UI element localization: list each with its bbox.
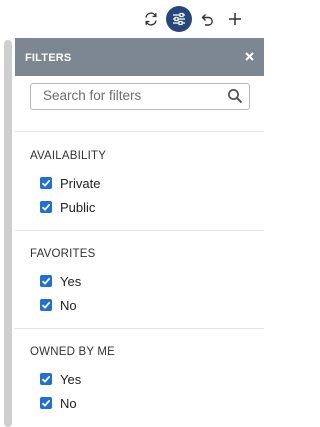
- add-button[interactable]: [222, 6, 248, 32]
- plus-icon: [229, 13, 241, 25]
- option-owned-no[interactable]: No: [40, 395, 77, 411]
- option-favorites-no[interactable]: No: [40, 297, 77, 313]
- checkbox[interactable]: [40, 397, 52, 409]
- divider: [15, 230, 264, 231]
- option-public[interactable]: Public: [40, 199, 95, 215]
- panel-header: FILTERS: [15, 38, 264, 76]
- refresh-button[interactable]: [138, 6, 164, 32]
- panel-title: FILTERS: [25, 52, 72, 64]
- section-title-owned-by-me: OWNED BY ME: [30, 346, 116, 358]
- divider: [15, 131, 264, 132]
- checkmark-icon: [41, 375, 51, 383]
- option-label: Yes: [60, 273, 82, 289]
- checkbox[interactable]: [40, 373, 52, 385]
- filter-toggle-button[interactable]: [166, 6, 192, 32]
- option-favorites-yes[interactable]: Yes: [40, 273, 81, 289]
- top-toolbar: [0, 0, 264, 38]
- section-title-availability: AVAILABILITY: [30, 150, 107, 162]
- option-label: No: [60, 395, 77, 411]
- checkbox[interactable]: [40, 275, 52, 287]
- close-icon: [244, 51, 254, 61]
- checkmark-icon: [41, 203, 51, 211]
- option-label: Private: [60, 175, 101, 191]
- undo-icon: [201, 14, 213, 26]
- checkbox[interactable]: [40, 299, 52, 311]
- search-input[interactable]: [31, 84, 223, 107]
- divider: [15, 328, 264, 329]
- close-button[interactable]: [240, 47, 258, 65]
- option-label: Public: [60, 199, 96, 215]
- refresh-icon: [145, 12, 157, 26]
- scrollbar[interactable]: [4, 40, 12, 427]
- undo-button[interactable]: [194, 6, 220, 32]
- search-icon[interactable]: [227, 88, 243, 104]
- checkmark-icon: [41, 399, 51, 407]
- checkmark-icon: [41, 301, 51, 309]
- option-private[interactable]: Private: [40, 175, 100, 191]
- filters-panel: FILTERS AVAILABILITY Private Public FAVO…: [15, 38, 264, 427]
- option-label: No: [60, 297, 77, 313]
- checkbox[interactable]: [40, 177, 52, 189]
- option-label: Yes: [60, 371, 82, 387]
- checkmark-icon: [41, 179, 51, 187]
- sliders-icon: [173, 12, 185, 26]
- checkbox[interactable]: [40, 201, 52, 213]
- checkmark-icon: [41, 277, 51, 285]
- section-title-favorites: FAVORITES: [30, 248, 96, 260]
- option-owned-yes[interactable]: Yes: [40, 371, 81, 387]
- filter-search: [30, 83, 250, 110]
